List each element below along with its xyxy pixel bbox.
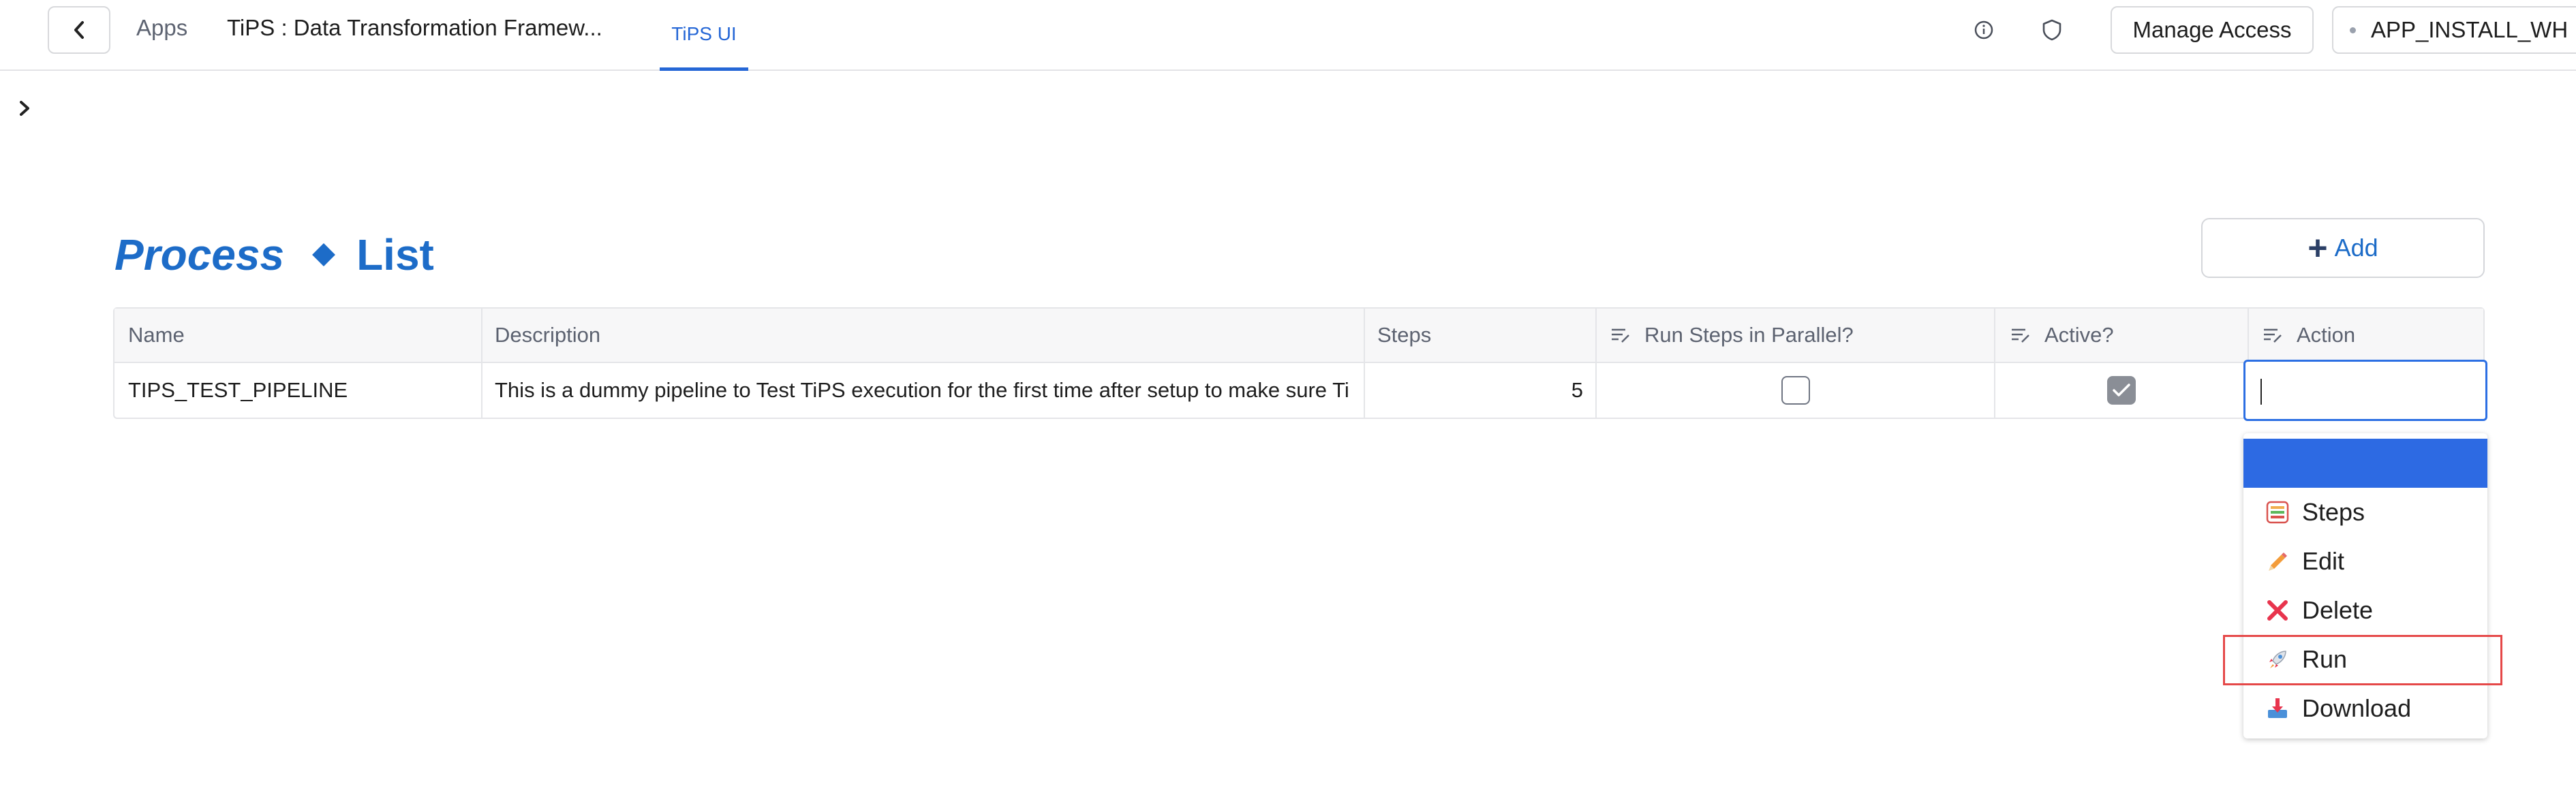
pencil-icon [2264, 548, 2291, 575]
process-table: Name Description Steps Run Steps in Para… [113, 307, 2485, 419]
run-highlight-annotation [2223, 635, 2502, 685]
add-button[interactable]: + Add [2201, 218, 2485, 278]
checkmark-icon [2113, 384, 2130, 396]
dropdown-empty-option[interactable] [2243, 439, 2487, 488]
text-caret [2260, 379, 2262, 405]
cell-active [1995, 363, 2249, 418]
table-row[interactable]: TIPS_TEST_PIPELINE This is a dummy pipel… [114, 363, 2483, 418]
manage-access-button[interactable]: Manage Access [2111, 6, 2314, 54]
column-header-active[interactable]: Active? [1995, 309, 2249, 362]
column-header-action-label: Action [2297, 323, 2356, 347]
menu-item-edit[interactable]: Edit [2243, 537, 2487, 586]
run-parallel-checkbox[interactable] [1781, 376, 1810, 405]
info-icon[interactable] [1970, 16, 1997, 44]
delete-x-icon [2264, 597, 2291, 624]
column-header-action[interactable]: Action [2249, 309, 2483, 362]
breadcrumb-apps[interactable]: Apps [136, 15, 187, 41]
column-header-description[interactable]: Description [482, 309, 1365, 362]
menu-item-delete[interactable]: Delete [2243, 586, 2487, 635]
column-header-active-label: Active? [2044, 323, 2114, 347]
column-header-run-parallel-label: Run Steps in Parallel? [1644, 323, 1854, 347]
shield-icon[interactable] [2038, 16, 2066, 44]
warehouse-selector[interactable]: APP_INSTALL_WH [2332, 6, 2576, 54]
page-title: Process List [114, 228, 434, 282]
action-dropdown-menu: Steps Edit Delete Run Download [2243, 433, 2487, 738]
column-header-name[interactable]: Name [114, 309, 482, 362]
add-button-label: Add [2334, 234, 2378, 262]
column-header-steps[interactable]: Steps [1365, 309, 1597, 362]
chevron-left-icon [74, 21, 84, 39]
cell-run-parallel [1597, 363, 1995, 418]
menu-item-steps-label: Steps [2302, 498, 2365, 526]
column-header-run-parallel[interactable]: Run Steps in Parallel? [1597, 309, 1995, 362]
back-button[interactable] [48, 6, 110, 54]
column-edit-lines-icon [2012, 328, 2029, 343]
cell-description: This is a dummy pipeline to Test TiPS ex… [482, 363, 1365, 418]
menu-item-download-label: Download [2302, 694, 2412, 722]
menu-item-edit-label: Edit [2302, 547, 2345, 575]
cell-name: TIPS_TEST_PIPELINE [114, 363, 482, 418]
column-edit-lines-icon [1612, 328, 1629, 343]
top-bar: Apps TiPS : Data Transformation Framew..… [0, 0, 2576, 71]
download-tray-icon [2264, 695, 2291, 722]
steps-icon [2264, 499, 2291, 526]
column-edit-lines-icon [2264, 328, 2282, 343]
action-select-input[interactable] [2243, 360, 2487, 421]
title-list: List [356, 230, 434, 279]
breadcrumb-app-name: TiPS : Data Transformation Framew... [227, 15, 602, 40]
table-header: Name Description Steps Run Steps in Para… [114, 309, 2483, 363]
active-checkbox[interactable] [2107, 376, 2136, 405]
plus-icon: + [2307, 229, 2328, 267]
cell-steps: 5 [1365, 363, 1597, 418]
title-separator-diamond-icon [312, 243, 336, 266]
warehouse-label: APP_INSTALL_WH [2371, 17, 2569, 42]
warehouse-status-dot [2350, 27, 2356, 33]
menu-item-steps[interactable]: Steps [2243, 488, 2487, 537]
expand-sidebar-chevron-icon[interactable] [15, 98, 34, 119]
title-process: Process [114, 230, 285, 279]
menu-item-download[interactable]: Download [2243, 684, 2487, 733]
tab-tips-ui[interactable]: TiPS UI [660, 0, 748, 71]
menu-item-delete-label: Delete [2302, 596, 2374, 624]
